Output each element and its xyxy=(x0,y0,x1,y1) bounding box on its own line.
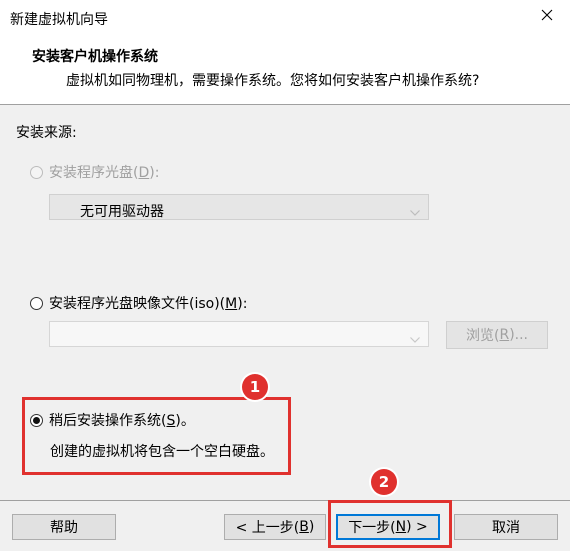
install-source-label: 安装来源: xyxy=(16,125,77,141)
close-button[interactable] xyxy=(524,0,570,34)
radio-button[interactable] xyxy=(30,296,43,310)
browse-button[interactable]: 浏览(R)... xyxy=(446,321,548,349)
chevron-down-icon xyxy=(410,331,420,347)
page-subtitle: 虚拟机如同物理机，需要操作系统。您将如何安装客户机操作系统? xyxy=(66,73,480,89)
back-button[interactable]: < 上一步(B) xyxy=(224,514,326,540)
highlight-box-next xyxy=(328,500,452,548)
footer-divider xyxy=(0,500,570,501)
annotation-badge-2: 2 xyxy=(371,469,397,495)
drive-select[interactable]: 无可用驱动器 xyxy=(49,194,429,220)
radio-install-disc[interactable]: 安装程序光盘(D): xyxy=(30,162,159,182)
cancel-button[interactable]: 取消 xyxy=(454,514,558,540)
chevron-down-icon xyxy=(410,204,420,220)
annotation-badge-1: 1 xyxy=(242,374,268,400)
page-title: 安装客户机操作系统 xyxy=(32,49,158,65)
help-button[interactable]: 帮助 xyxy=(12,514,116,540)
radio-install-iso[interactable]: 安装程序光盘映像文件(iso)(M): xyxy=(30,293,247,313)
title-bar: 新建虚拟机向导 xyxy=(0,0,570,34)
close-icon xyxy=(541,9,553,25)
window-title: 新建虚拟机向导 xyxy=(10,12,108,28)
wizard-header: 安装客户机操作系统 虚拟机如同物理机，需要操作系统。您将如何安装客户机操作系统? xyxy=(0,34,570,105)
highlight-box-install-later xyxy=(22,397,291,475)
radio-install-iso-label: 安装程序光盘映像文件(iso)(M): xyxy=(49,296,248,312)
iso-path-select[interactable] xyxy=(49,321,429,347)
drive-select-value: 无可用驱动器 xyxy=(80,204,164,220)
radio-install-disc-label: 安装程序光盘(D): xyxy=(49,165,160,181)
radio-button[interactable] xyxy=(30,165,43,179)
